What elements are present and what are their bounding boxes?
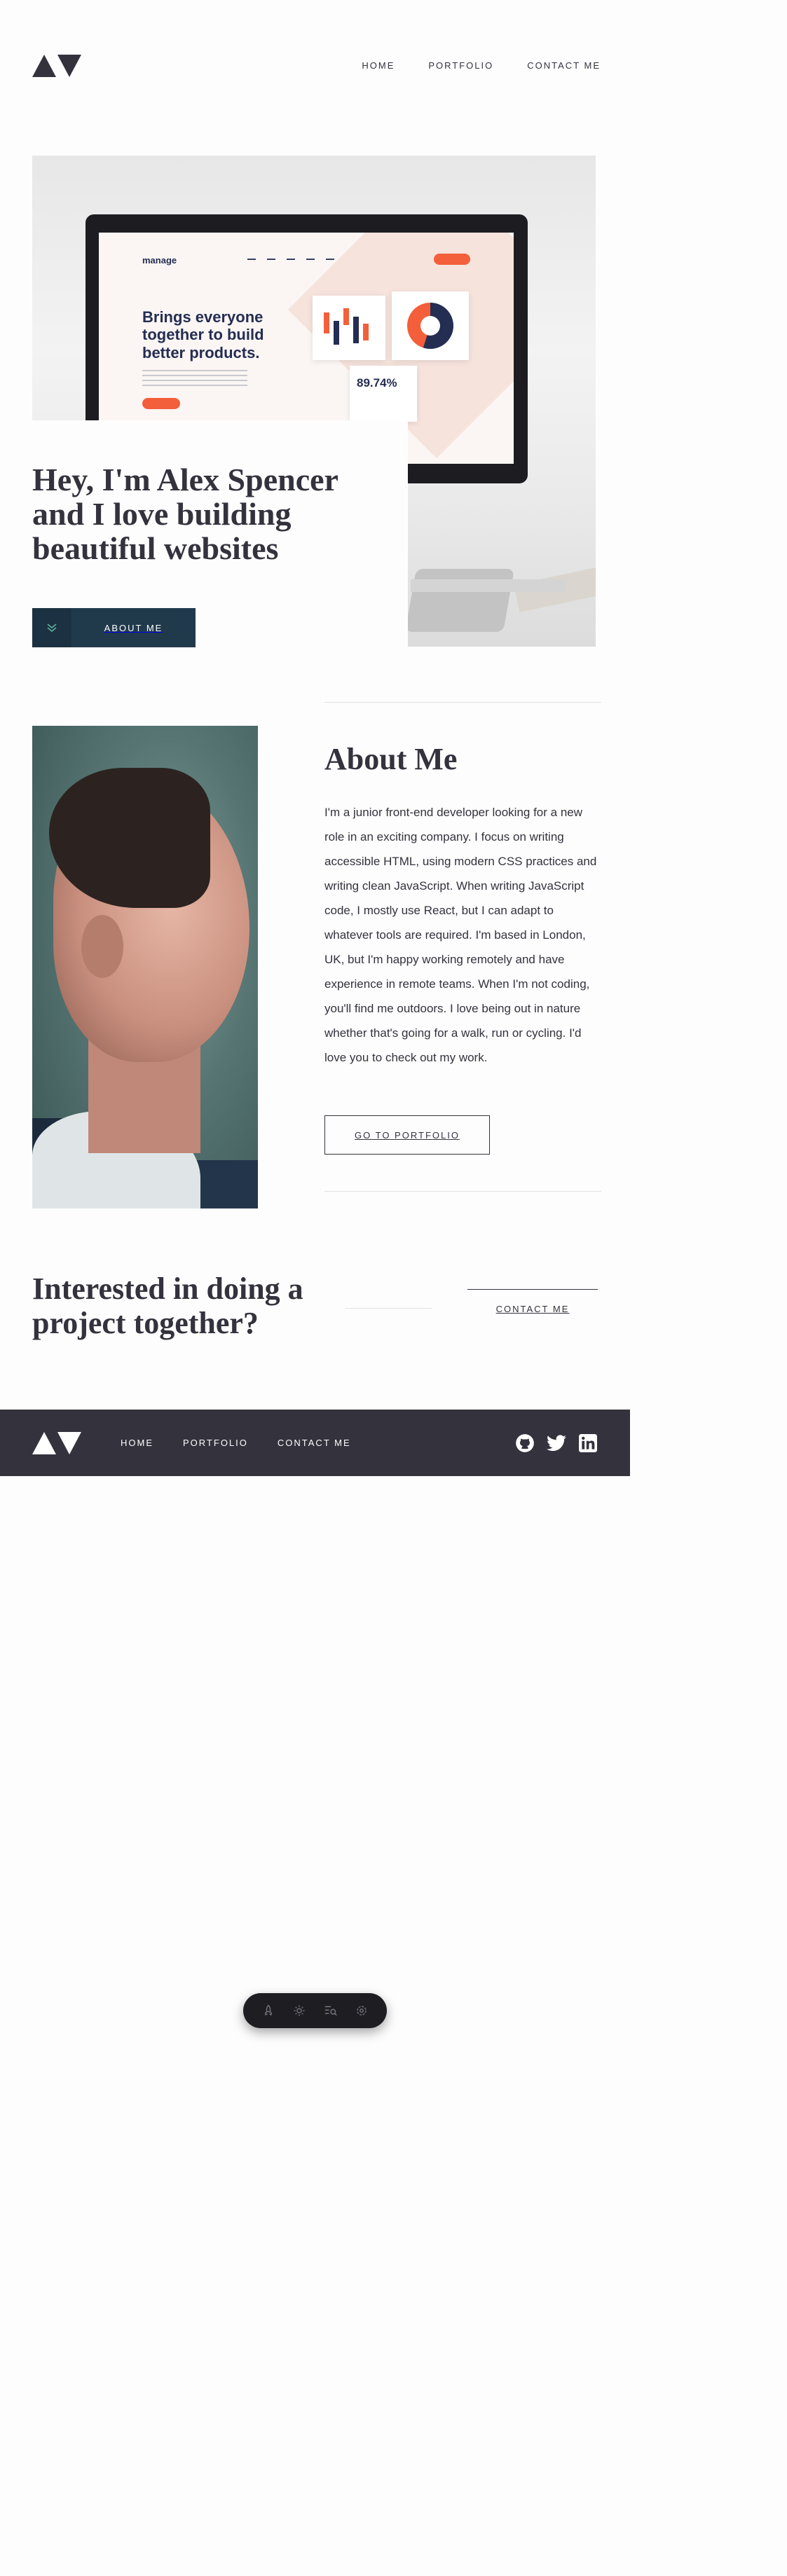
site-header: HOME PORTFOLIO CONTACT ME (32, 52, 601, 80)
mockup-headline: Brings everyone together to build better… (142, 308, 264, 361)
contact-me-button[interactable]: CONTACT ME (467, 1289, 598, 1328)
main-nav: HOME PORTFOLIO CONTACT ME (362, 60, 601, 71)
about-me-label: ABOUT ME (104, 622, 163, 633)
divider (324, 1191, 601, 1192)
linkedin-icon[interactable] (578, 1433, 598, 1453)
site-footer: HOME PORTFOLIO CONTACT ME (0, 1410, 630, 1476)
about-text: I'm a junior front-end developer looking… (324, 806, 597, 1064)
hero-title: Hey, I'm Alex Spencer and I love buildin… (32, 462, 338, 566)
mockup-donut-chart (407, 303, 453, 349)
gear-icon[interactable] (353, 2002, 371, 2020)
footer-home-link[interactable]: HOME (121, 1438, 153, 1448)
footer-nav: HOME PORTFOLIO CONTACT ME (121, 1438, 351, 1448)
nav-contact-link[interactable]: CONTACT ME (527, 60, 601, 71)
mockup-cta (142, 398, 180, 409)
mockup-body-text (142, 370, 247, 387)
list-search-icon[interactable] (322, 2002, 340, 2020)
settings-icon[interactable] (290, 2002, 308, 2020)
social-links (515, 1433, 598, 1453)
hero-card: Hey, I'm Alex Spencer and I love buildin… (32, 420, 408, 652)
nav-portfolio-link[interactable]: PORTFOLIO (428, 60, 493, 71)
divider (324, 702, 601, 703)
profile-photo (32, 726, 258, 1208)
github-icon[interactable] (515, 1433, 535, 1453)
logo-icon[interactable] (32, 53, 81, 78)
footer-contact-link[interactable]: CONTACT ME (278, 1438, 351, 1448)
mockup-nav-button (434, 254, 470, 265)
mockup-stat: 89.74% (357, 376, 397, 390)
cta-title: Interested in doing a project together? (32, 1272, 303, 1340)
keyboard-shape (405, 569, 514, 632)
monitor-stand (411, 579, 565, 592)
rocket-icon[interactable] (259, 2002, 278, 2020)
mockup-brand: manage (142, 255, 177, 266)
mockup-bar-card (313, 296, 385, 360)
logo-icon[interactable] (32, 1431, 81, 1456)
about-title: About Me (324, 742, 458, 776)
about-me-button[interactable]: ABOUT ME (32, 608, 196, 647)
footer-portfolio-link[interactable]: PORTFOLIO (183, 1438, 248, 1448)
photo-ear (81, 915, 123, 978)
floating-toolbar (243, 1993, 387, 2028)
divider (345, 1308, 432, 1309)
chevron-down-icon (32, 608, 71, 647)
nav-home-link[interactable]: HOME (362, 60, 395, 71)
go-to-portfolio-button[interactable]: GO TO PORTFOLIO (324, 1115, 490, 1155)
mockup-menu: ▬▬ ▬▬ ▬▬ ▬▬ ▬▬ (247, 257, 334, 261)
twitter-icon[interactable] (547, 1433, 566, 1453)
mockup-stat-card (350, 366, 417, 422)
